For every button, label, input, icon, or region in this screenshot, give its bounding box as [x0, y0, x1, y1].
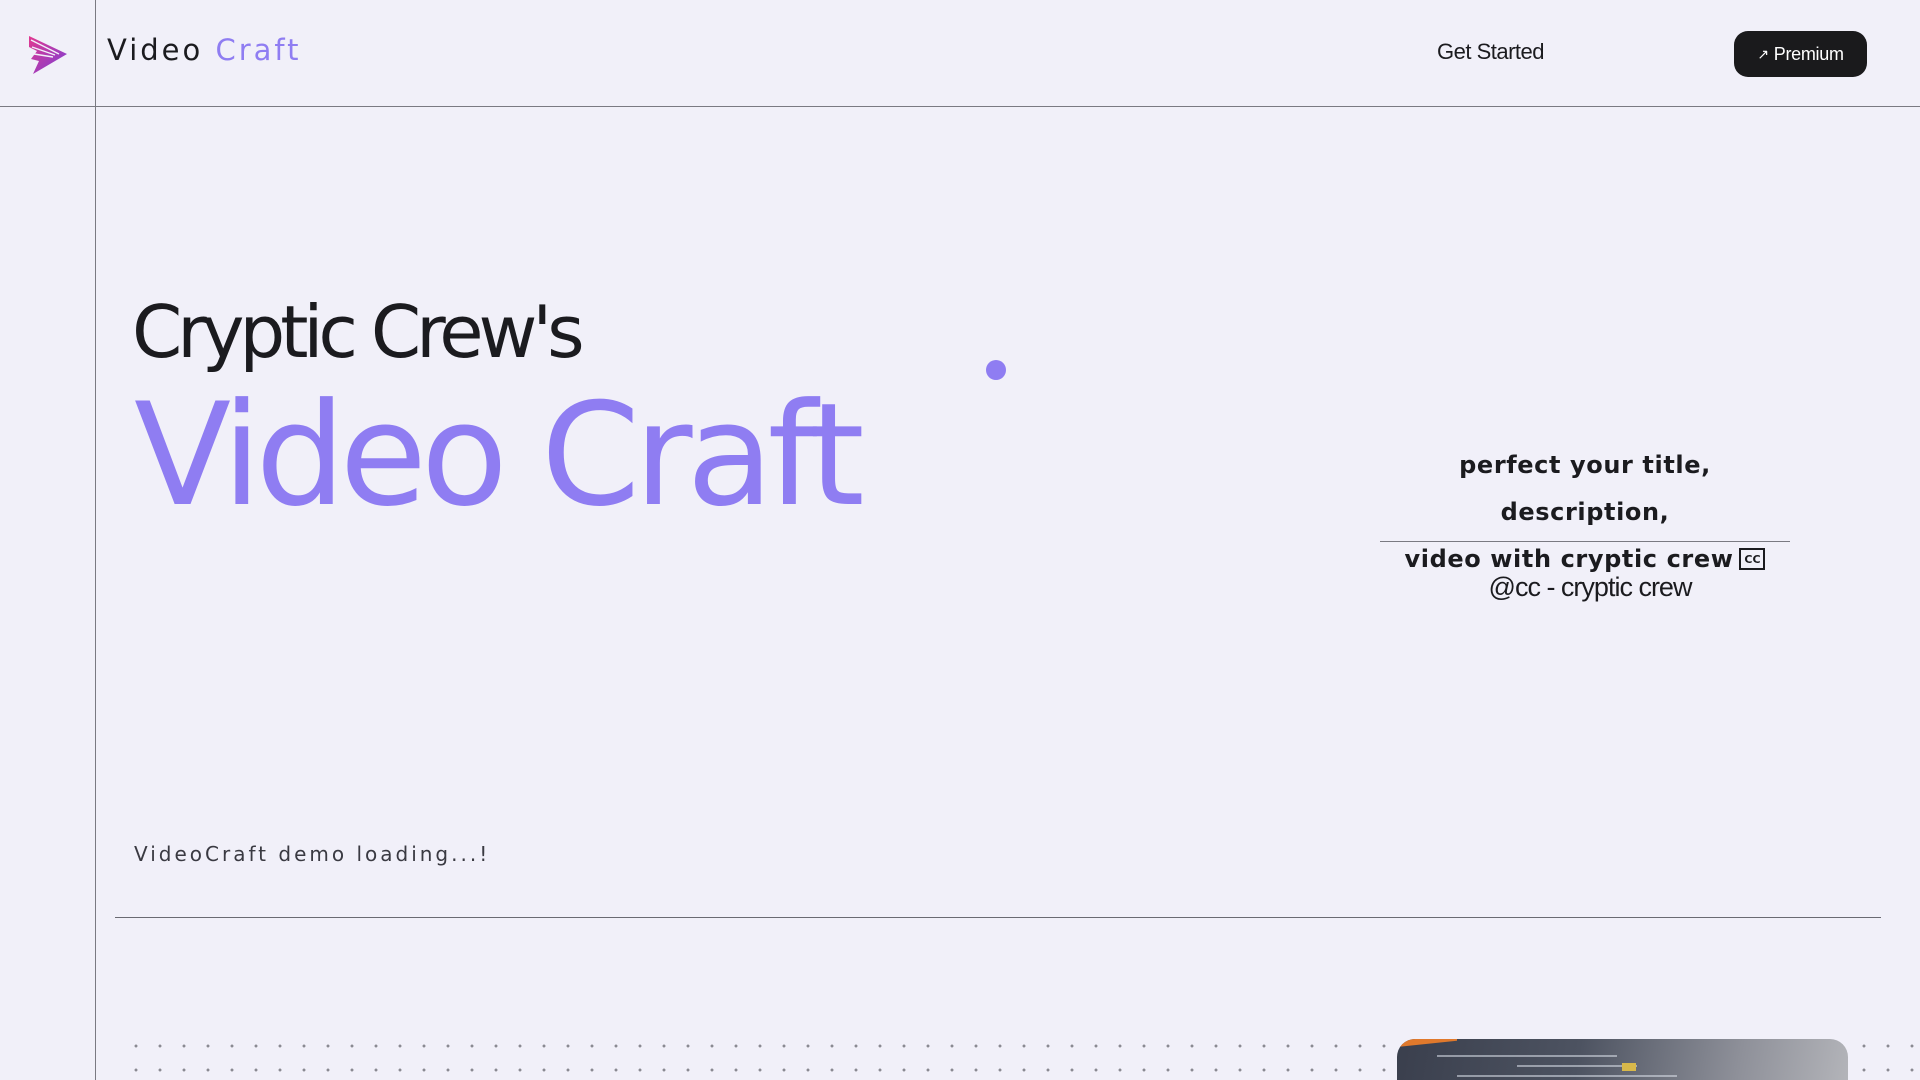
preview-timeline-stripe [1517, 1065, 1637, 1067]
tagline-line-1: perfect your title, description, [1459, 451, 1711, 526]
arrow-up-right-icon: ↗ [1757, 45, 1769, 62]
premium-button[interactable]: ↗ Premium [1734, 31, 1867, 77]
closed-caption-icon: CC [1739, 548, 1766, 570]
preview-timeline-stripe [1457, 1075, 1677, 1077]
premium-button-label: Premium [1773, 43, 1844, 64]
preview-orange-track [1397, 1039, 1457, 1047]
accent-dot [986, 360, 1006, 380]
hero-title: Video Craft [134, 373, 865, 538]
tagline-divider [1380, 541, 1790, 542]
preview-marker [1622, 1063, 1636, 1071]
tagline: perfect your title, description, video w… [1380, 442, 1790, 583]
left-rail-divider [95, 107, 96, 1080]
tagline-line-2-text: video with cryptic crew [1404, 545, 1734, 573]
loading-status: VideoCraft demo loading...! [134, 842, 491, 866]
hero-subtitle: Cryptic Crew's [132, 290, 585, 374]
handle-text: @cc - cryptic crew [1488, 572, 1693, 602]
section-divider [115, 917, 1881, 918]
logo-cell[interactable] [0, 0, 96, 107]
preview-timeline-stripe [1437, 1055, 1617, 1057]
brand-word-craft: Craft [215, 33, 302, 67]
brand-name[interactable]: Video Craft [107, 33, 302, 67]
page: Video Craft Get Started ↗ Premium Crypti… [0, 0, 1920, 1080]
get-started-link[interactable]: Get Started [1437, 39, 1545, 65]
play-wing-logo-icon [28, 35, 67, 74]
video-preview-thumbnail[interactable] [1397, 1039, 1848, 1080]
brand-word-video: Video [107, 33, 204, 67]
top-navbar: Video Craft Get Started ↗ Premium [0, 0, 1920, 107]
